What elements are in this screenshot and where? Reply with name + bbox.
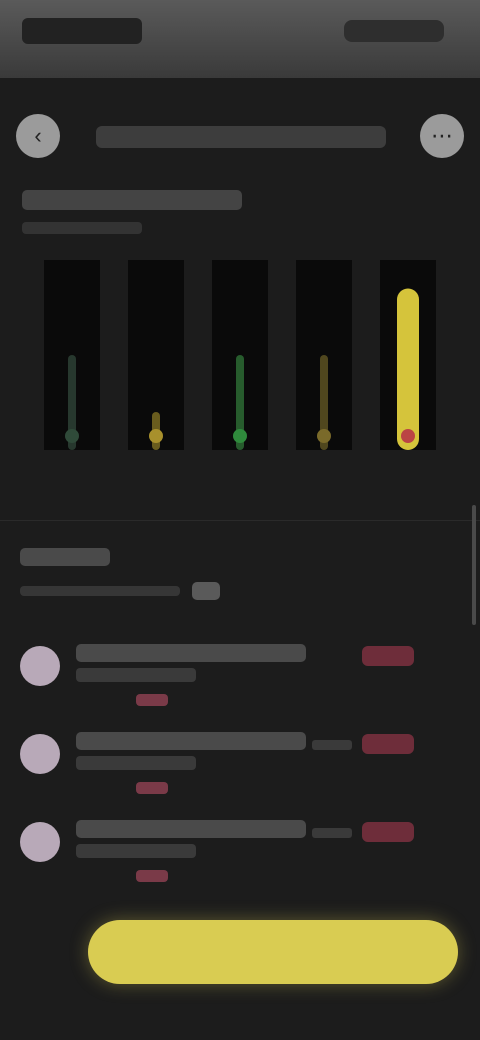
list-item[interactable] (0, 640, 480, 720)
more-icon: ⋯ (431, 123, 453, 148)
status-badge (362, 822, 414, 842)
status-time (22, 18, 142, 44)
avatar (20, 646, 60, 686)
chart-marker (401, 429, 415, 443)
status-bar (0, 0, 480, 78)
back-button[interactable]: ‹ (16, 114, 60, 158)
more-button[interactable]: ⋯ (420, 114, 464, 158)
summary-title (22, 190, 242, 210)
chart-marker (149, 429, 163, 443)
summary-subtitle (22, 222, 142, 234)
activity-subtitle (20, 586, 180, 596)
activity-title (20, 548, 110, 566)
activity-count-badge (192, 582, 220, 600)
list-item-tag (136, 870, 168, 882)
list-item-title (76, 820, 306, 838)
divider (0, 520, 480, 521)
page-title (96, 126, 386, 148)
list-item-subtitle (76, 844, 196, 858)
avatar (20, 734, 60, 774)
chart-bar (397, 288, 419, 450)
bar-chart (40, 240, 460, 490)
chart-svg (44, 260, 436, 450)
list-item-tag (136, 782, 168, 794)
list-item-subtitle (76, 668, 196, 682)
status-badge (362, 734, 414, 754)
chart-marker (317, 429, 331, 443)
list-item-meta (312, 828, 352, 838)
primary-action-button[interactable] (88, 920, 458, 984)
list-item-title (76, 644, 306, 662)
list-item-title (76, 732, 306, 750)
avatar (20, 822, 60, 862)
chart-marker (233, 429, 247, 443)
chart-marker (65, 429, 79, 443)
list-item[interactable] (0, 816, 480, 896)
status-badge (362, 646, 414, 666)
list-item[interactable] (0, 728, 480, 808)
list-item-meta (312, 740, 352, 750)
status-indicators (344, 20, 444, 42)
list-item-subtitle (76, 756, 196, 770)
list-item-tag (136, 694, 168, 706)
scrollbar[interactable] (472, 505, 476, 625)
app-header: ‹ ⋯ (0, 96, 480, 176)
arrow-left-icon: ‹ (34, 123, 42, 148)
